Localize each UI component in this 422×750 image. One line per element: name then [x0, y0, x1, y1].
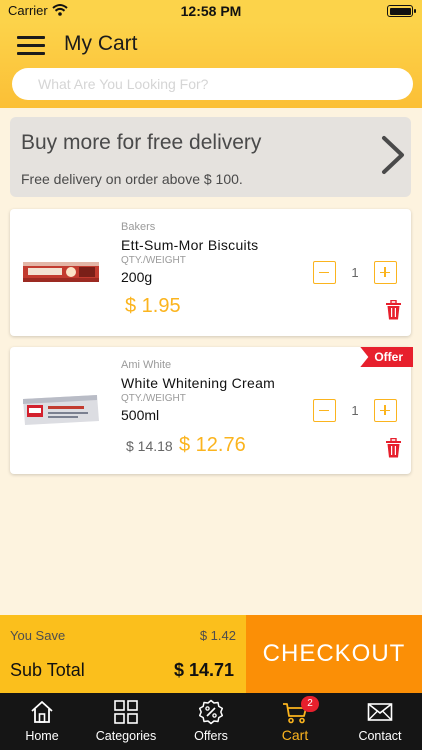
- page-title: My Cart: [64, 32, 138, 55]
- tab-offers[interactable]: Offers: [169, 693, 253, 750]
- tab-categories[interactable]: Categories: [84, 693, 168, 750]
- tab-label: Home: [25, 729, 59, 743]
- clock: 12:58 PM: [180, 3, 242, 19]
- tab-label: Cart: [281, 727, 309, 743]
- order-summary: You Save $ 1.42 Sub Total $ 14.71: [0, 615, 246, 693]
- tab-label: Categories: [95, 729, 157, 743]
- delete-icon[interactable]: [385, 438, 402, 458]
- battery-icon: [387, 5, 416, 17]
- chevron-right-icon: [382, 136, 404, 174]
- discount-icon: [198, 699, 224, 725]
- grid-icon: [114, 700, 138, 724]
- product-weight: 200g: [121, 269, 153, 285]
- tab-bar: Home Categories Offers 2 Cart Contact: [0, 693, 422, 750]
- you-save-label: You Save: [10, 628, 66, 643]
- tab-label: Contact: [358, 729, 402, 743]
- checkout-button[interactable]: CHECKOUT: [246, 615, 422, 693]
- tab-label: Offers: [194, 729, 228, 743]
- subtotal-value: $ 14.71: [173, 660, 234, 680]
- increase-quantity-button[interactable]: [374, 399, 397, 422]
- banner-title: Buy more for free delivery: [21, 131, 262, 154]
- decrease-quantity-button[interactable]: [313, 261, 336, 284]
- offer-badge: Offer: [360, 347, 413, 367]
- cart-count-badge: 2: [301, 696, 319, 712]
- mail-icon: [367, 703, 393, 721]
- cart-item: Bakers Ett-Sum-Mor Biscuits QTY./WEIGHT …: [10, 209, 411, 336]
- product-brand: Bakers: [121, 221, 156, 233]
- quantity-value: 1: [351, 265, 359, 280]
- product-weight: 500ml: [121, 407, 160, 423]
- free-delivery-banner[interactable]: Buy more for free delivery Free delivery…: [10, 117, 411, 197]
- status-bar: Carrier 12:58 PM: [0, 0, 422, 22]
- decrease-quantity-button[interactable]: [313, 399, 336, 422]
- product-price: $ 12.76: [179, 434, 246, 456]
- search-input[interactable]: [12, 68, 413, 100]
- home-icon: [31, 701, 53, 723]
- menu-icon[interactable]: [17, 36, 45, 56]
- qty-weight-label: QTY./WEIGHT: [121, 393, 186, 404]
- header: My Cart: [0, 22, 422, 108]
- banner-subtitle: Free delivery on order above $ 100.: [21, 171, 243, 187]
- product-price: $ 1.95: [125, 295, 181, 317]
- tab-cart[interactable]: 2 Cart: [253, 693, 337, 750]
- product-image: [23, 262, 99, 282]
- tab-home[interactable]: Home: [0, 693, 84, 750]
- quantity-value: 1: [351, 403, 359, 418]
- subtotal-label: Sub Total: [10, 660, 85, 680]
- increase-quantity-button[interactable]: [374, 261, 397, 284]
- you-save-value: $ 1.42: [199, 628, 236, 643]
- product-name: Ett-Sum-Mor Biscuits: [121, 237, 259, 253]
- tab-contact[interactable]: Contact: [338, 693, 422, 750]
- product-name: White Whitening Cream: [121, 375, 276, 391]
- qty-weight-label: QTY./WEIGHT: [121, 255, 186, 266]
- original-price: $ 14.18: [126, 438, 173, 454]
- cart-item: Offer Ami White White Whitening Cream QT…: [10, 347, 413, 474]
- delete-icon[interactable]: [385, 300, 402, 320]
- product-brand: Ami White: [121, 359, 172, 371]
- product-image: [23, 395, 99, 425]
